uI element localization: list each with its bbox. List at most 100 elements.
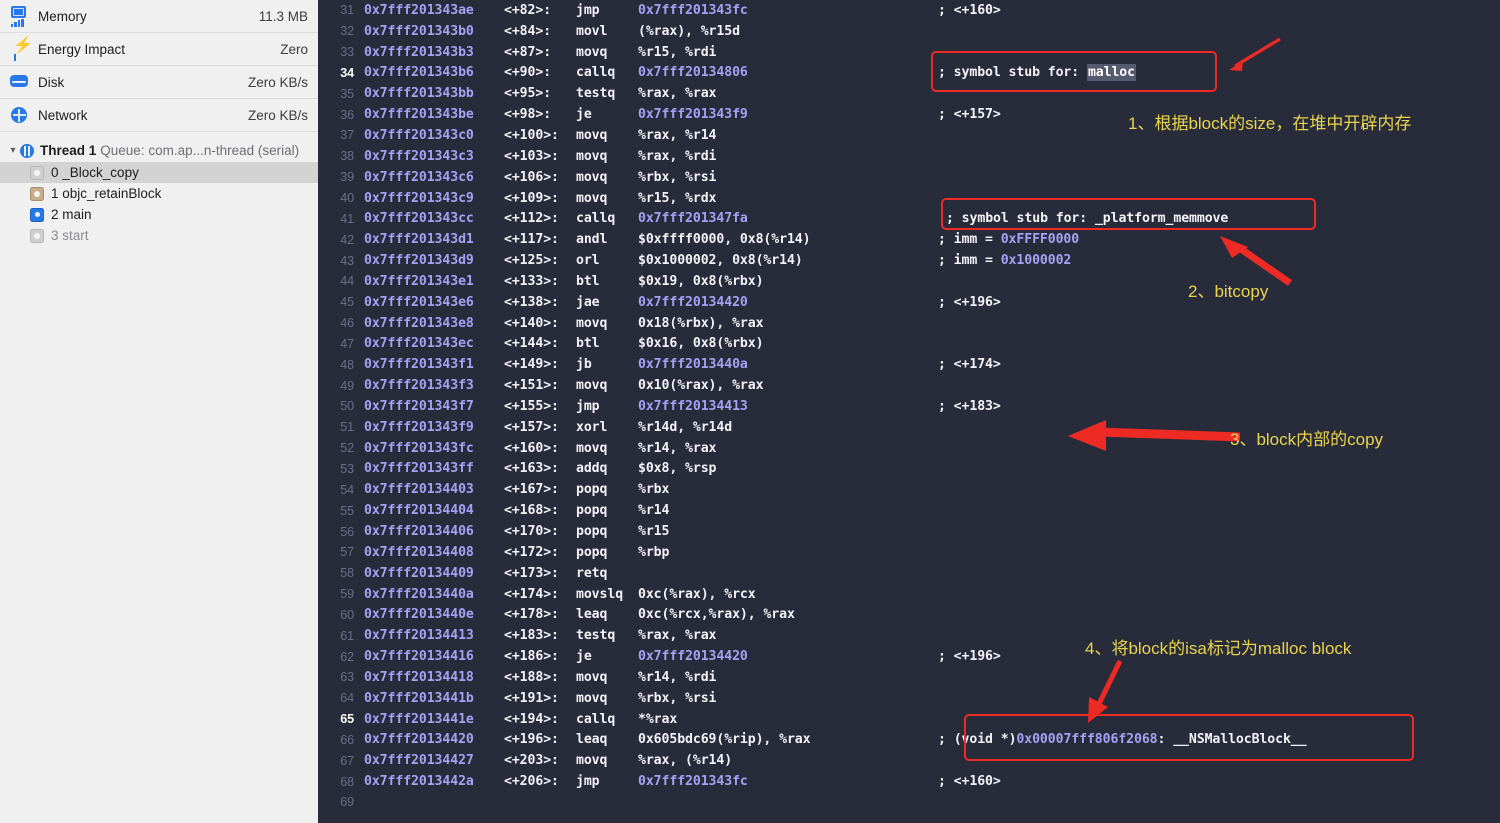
disassembly-line[interactable]: 48 0x7fff201343f1 <+149>: jb 0x7fff2013440a;… — [318, 354, 1500, 375]
line-number: 49 — [340, 378, 354, 393]
instruction-mnemonic: jmp — [576, 398, 600, 414]
instruction-address: 0x7fff201343c0 — [364, 127, 474, 143]
gauge-row-memory[interactable]: Memory 11.3 MB — [0, 0, 318, 33]
disassembly-line[interactable]: 50 0x7fff201343f7 <+155>: jmp 0x7fff20134413… — [318, 396, 1500, 417]
line-number: 58 — [340, 566, 354, 581]
comment-immediate: ; imm = 0xFFFF0000 — [938, 232, 1079, 247]
gauge-row-network[interactable]: Network Zero KB/s — [0, 99, 318, 132]
disassembly-line[interactable]: 54 0x7fff20134403 <+167>: popq %rbx — [318, 479, 1500, 500]
disassembly-line[interactable]: 68 0x7fff2013442a <+206>: jmp 0x7fff201343fc… — [318, 771, 1500, 792]
disassembly-line[interactable]: 39 0x7fff201343c6 <+106>: movq %rbx, %rsi — [318, 167, 1500, 188]
instruction-operands: %r14, %rax — [638, 440, 717, 456]
instruction-offset: <+168>: — [504, 503, 559, 519]
instruction-operands: 0x10(%rax), %rax — [638, 378, 764, 394]
instruction-mnemonic: popq — [576, 544, 608, 560]
disassembly-line[interactable]: 41 0x7fff201343cc <+112>: callq 0x7fff201347… — [318, 208, 1500, 229]
instruction-operands: %r14, %rdi — [638, 669, 717, 685]
stack-frame-row[interactable]: 3 start — [0, 225, 318, 246]
disassembly-line[interactable]: 53 0x7fff201343ff <+163>: addq $0x8, %rsp — [318, 459, 1500, 480]
disassembly-line[interactable]: 69 — [318, 792, 1500, 813]
debugger-window: Memory 11.3 MB ⚡ Energy Impact Zero Disk Zero … — [0, 0, 1500, 823]
disassembly-line[interactable]: 38 0x7fff201343c3 <+103>: movq %rax, %rdi — [318, 146, 1500, 167]
memory-chip-icon — [8, 5, 34, 27]
disassembly-line[interactable]: 47 0x7fff201343ec <+144>: btl $0x16, 0x8(%rb… — [318, 334, 1500, 355]
instruction-operands: %rax, %rax — [638, 628, 717, 644]
instruction-operands: 0x7fff201343f9 — [638, 107, 748, 123]
line-number: 37 — [340, 128, 354, 143]
line-number: 69 — [340, 795, 354, 810]
disassembly-line[interactable]: 57 0x7fff20134408 <+172>: popq %rbp — [318, 542, 1500, 563]
disassembly-line[interactable]: 56 0x7fff20134406 <+170>: popq %r15 — [318, 521, 1500, 542]
instruction-offset: <+98>: — [504, 107, 552, 123]
instruction-offset: <+106>: — [504, 169, 559, 185]
line-number: 59 — [340, 587, 354, 602]
instruction-offset: <+188>: — [504, 669, 559, 685]
disassembly-line[interactable]: 40 0x7fff201343c9 <+109>: movq %r15, %rdx — [318, 188, 1500, 209]
disassembly-line[interactable]: 46 0x7fff201343e8 <+140>: movq 0x18(%rbx), %… — [318, 313, 1500, 334]
instruction-address: 0x7fff20134404 — [364, 503, 474, 519]
comment-branch-offset: ; <+160> — [938, 2, 1001, 18]
disassembly-line[interactable]: 44 0x7fff201343e1 <+133>: btl $0x19, 0x8(%rb… — [318, 271, 1500, 292]
disassembly-line[interactable]: 49 0x7fff201343f3 <+151>: movq 0x10(%rax), %… — [318, 375, 1500, 396]
instruction-operands: 0x7fff20134413 — [638, 398, 748, 414]
instruction-mnemonic: testq — [576, 86, 616, 102]
disassembly-line[interactable]: 32 0x7fff201343b0 <+84>: movl (%rax), %r15d — [318, 21, 1500, 42]
instruction-mnemonic: testq — [576, 628, 616, 644]
disassembly-line[interactable]: 60 0x7fff2013440e <+178>: leaq 0xc(%rcx,%rax… — [318, 604, 1500, 625]
stack-frame-row[interactable]: 1 objc_retainBlock — [0, 183, 318, 204]
disassembly-pane[interactable]: 31 0x7fff201343ae <+82>: jmp 0x7fff201343fc;… — [318, 0, 1500, 823]
disassembly-line[interactable]: 64 0x7fff2013441b <+191>: movq %rbx, %rsi — [318, 688, 1500, 709]
instruction-address: 0x7fff20134403 — [364, 482, 474, 498]
instruction-mnemonic: jb — [576, 357, 592, 373]
disassembly-line[interactable]: 43 0x7fff201343d9 <+125>: orl $0x1000002, 0x… — [318, 250, 1500, 271]
line-number: 65 — [340, 712, 354, 727]
gauge-row-energy-impact[interactable]: ⚡ Energy Impact Zero — [0, 33, 318, 66]
gauge-label: Memory — [38, 8, 87, 24]
instruction-address: 0x7fff201343b0 — [364, 23, 474, 39]
disassembly-line[interactable]: 59 0x7fff2013440a <+174>: movslq 0xc(%rax), … — [318, 584, 1500, 605]
instruction-mnemonic: je — [576, 649, 592, 665]
instruction-offset: <+157>: — [504, 419, 559, 435]
instruction-offset: <+138>: — [504, 294, 559, 310]
comment-symbol-name: _platform_memmove — [1094, 211, 1229, 227]
instruction-operands: 0x605bdc69(%rip), %rax — [638, 732, 811, 748]
stack-frame-row[interactable]: 0 _Block_copy — [0, 162, 318, 183]
disassembly-line[interactable]: 33 0x7fff201343b3 <+87>: movq %r15, %rdi — [318, 42, 1500, 63]
frame-label: start — [62, 228, 89, 243]
disassembly-line[interactable]: 45 0x7fff201343e6 <+138>: jae 0x7fff20134420… — [318, 292, 1500, 313]
line-number: 39 — [340, 170, 354, 185]
instruction-operands: 0x7fff2013440a — [638, 357, 748, 373]
line-number: 63 — [340, 670, 354, 685]
disassembly-line[interactable]: 42 0x7fff201343d1 <+117>: andl $0xffff0000, … — [318, 229, 1500, 250]
instruction-mnemonic: popq — [576, 524, 608, 540]
disassembly-line[interactable]: 31 0x7fff201343ae <+82>: jmp 0x7fff201343fc;… — [318, 0, 1500, 21]
instruction-offset: <+151>: — [504, 378, 559, 394]
disassembly-line[interactable]: 55 0x7fff20134404 <+168>: popq %r14 — [318, 500, 1500, 521]
line-number: 66 — [340, 732, 354, 747]
disassembly-line[interactable]: 58 0x7fff20134409 <+173>: retq — [318, 563, 1500, 584]
disassembly-line[interactable]: 66 0x7fff20134420 <+196>: leaq 0x605bdc69(%r… — [318, 730, 1500, 751]
line-number: 44 — [340, 274, 354, 289]
disassembly-line[interactable]: 65 0x7fff2013441e <+194>: callq *%rax — [318, 709, 1500, 730]
thread-row[interactable]: ▾ Thread 1 Queue: com.ap...n-thread (seria… — [0, 139, 318, 162]
disclosure-open-icon[interactable]: ▾ — [6, 145, 20, 156]
disassembly-line[interactable]: 35 0x7fff201343bb <+95>: testq %rax, %rax — [318, 83, 1500, 104]
disassembly-line[interactable]: 34 0x7fff201343b6 <+90>: callq 0x7fff2013480… — [318, 63, 1500, 84]
instruction-operands: %r14 — [638, 503, 670, 519]
instruction-mnemonic: jmp — [576, 774, 600, 790]
comment-branch-offset: ; <+157> — [938, 107, 1001, 123]
instruction-mnemonic: movq — [576, 669, 608, 685]
instruction-operands: *%rax — [638, 711, 678, 727]
instruction-mnemonic: je — [576, 107, 592, 123]
gauge-label: Energy Impact — [38, 41, 126, 57]
gauge-row-disk[interactable]: Disk Zero KB/s — [0, 66, 318, 99]
line-number: 38 — [340, 149, 354, 164]
disassembly-line[interactable]: 63 0x7fff20134418 <+188>: movq %r14, %rdi — [318, 667, 1500, 688]
line-number: 40 — [340, 191, 354, 206]
instruction-offset: <+82>: — [504, 2, 552, 18]
disassembly-line[interactable]: 67 0x7fff20134427 <+203>: movq %rax, (%r14) — [318, 750, 1500, 771]
instruction-offset: <+163>: — [504, 461, 559, 477]
line-number: 60 — [340, 607, 354, 622]
instruction-operands: %r14d, %r14d — [638, 419, 733, 435]
stack-frame-row[interactable]: 2 main — [0, 204, 318, 225]
